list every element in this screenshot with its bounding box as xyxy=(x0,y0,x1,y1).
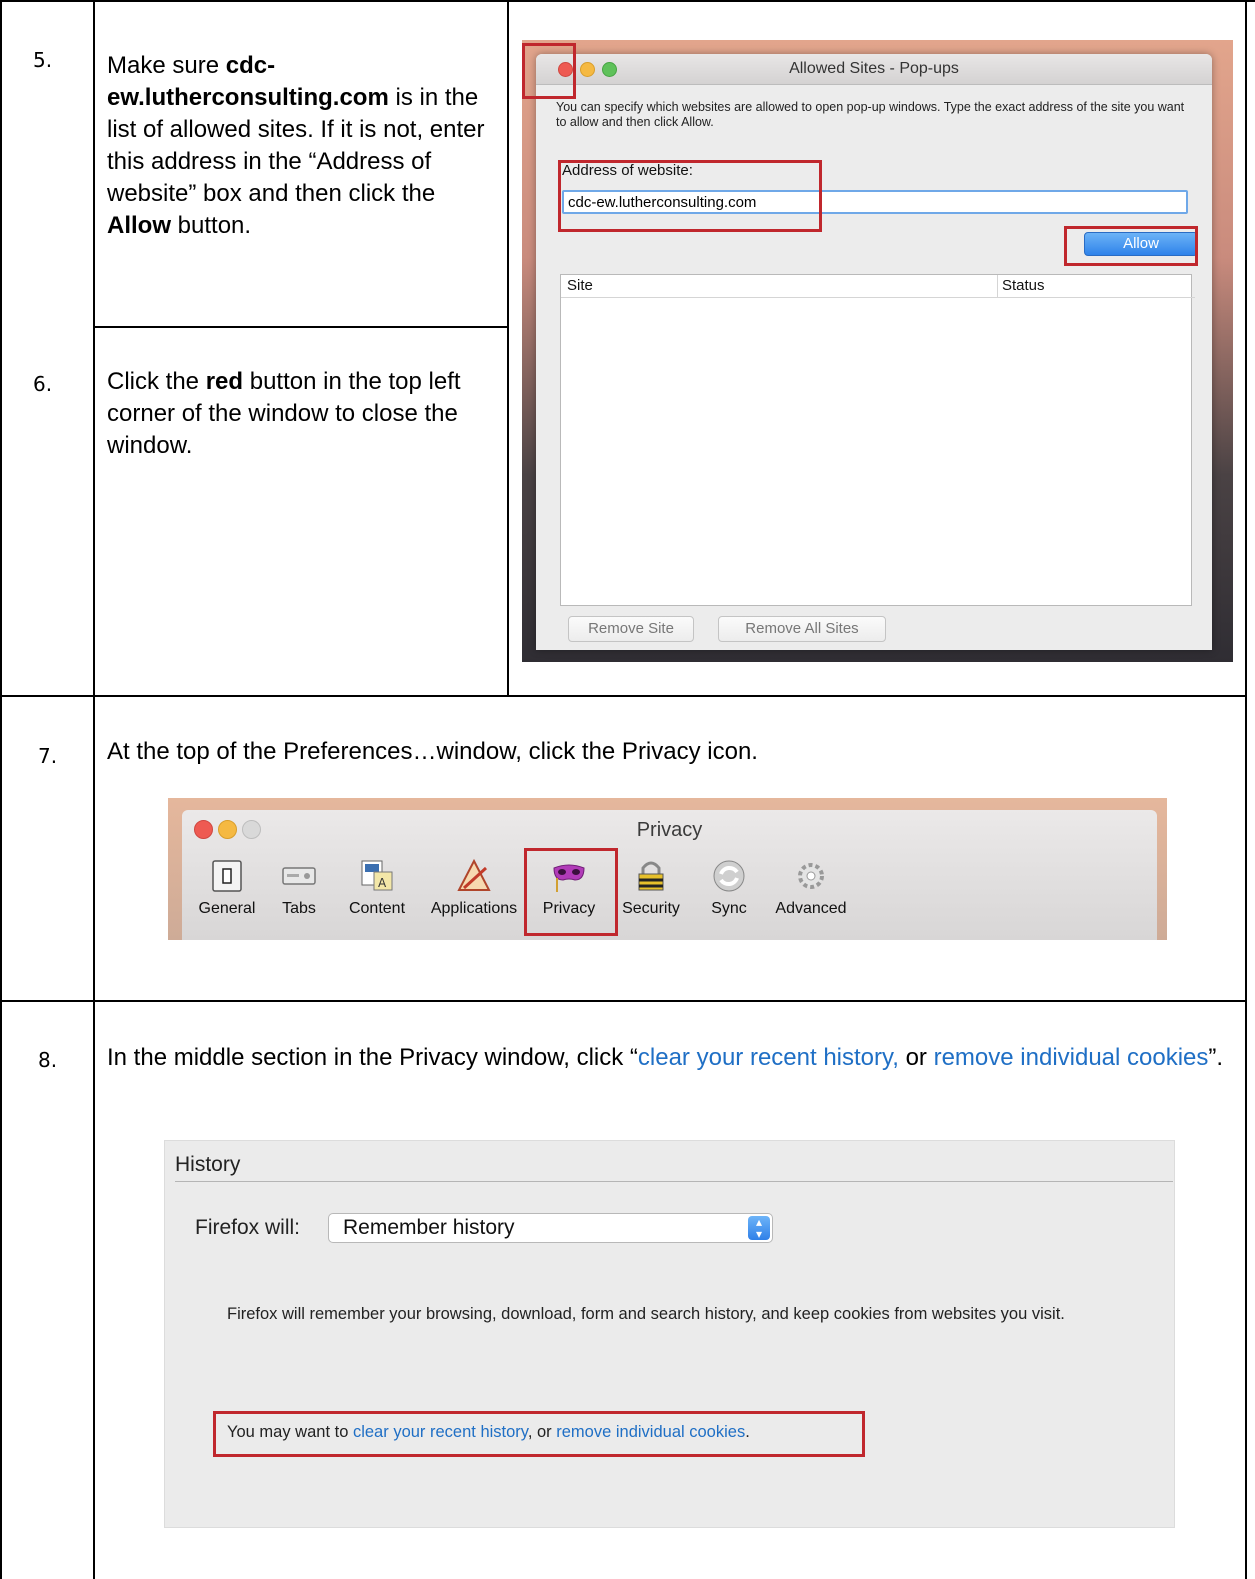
number-column-divider xyxy=(93,0,95,1579)
toolbar-label: Sync xyxy=(711,900,747,917)
toolbar-tabs[interactable]: Tabs xyxy=(272,858,326,928)
privacy-icon-highlight xyxy=(524,848,618,936)
history-mode-value: Remember history xyxy=(343,1216,515,1239)
toolbar-sync[interactable]: Sync xyxy=(704,858,754,928)
step-5-text-part: Make sure xyxy=(107,52,226,79)
table-border-left xyxy=(0,0,2,1579)
toolbar-general[interactable]: General xyxy=(192,858,262,928)
address-field-highlight xyxy=(558,160,822,232)
allowed-sites-screenshot: Allowed Sites - Pop-ups You can specify … xyxy=(522,40,1233,662)
toolbar-label: Applications xyxy=(430,900,518,917)
close-button-highlight xyxy=(522,43,576,99)
history-panel-screenshot: History Firefox will: Remember history ▴… xyxy=(164,1140,1175,1528)
step-5-allow-word: Allow xyxy=(107,212,171,239)
step-5-text: Make sure cdc-ew.lutherconsulting.com is… xyxy=(107,50,497,242)
toolbar-label: Advanced xyxy=(775,900,847,917)
step-6-text: Click the red button in the top left cor… xyxy=(107,366,497,462)
row-divider-6-7 xyxy=(0,695,1247,697)
toolbar-content[interactable]: A Content xyxy=(342,858,412,928)
step-7-text: At the top of the Preferences…window, cl… xyxy=(107,738,758,765)
step-8-text-part: or xyxy=(898,1044,934,1071)
applications-icon xyxy=(457,858,491,891)
content-icon: A xyxy=(361,860,393,891)
remove-all-sites-button[interactable]: Remove All Sites xyxy=(718,616,886,642)
allowed-sites-titlebar: Allowed Sites - Pop-ups xyxy=(536,54,1212,85)
padlock-icon xyxy=(638,861,664,891)
step-8-remove-cookies-link-text: remove individual cookies xyxy=(933,1044,1209,1071)
step-5-text-part: button. xyxy=(171,212,252,239)
step-8-clear-history-link-text: clear your recent history, xyxy=(637,1044,899,1071)
step-6-number: 6. xyxy=(33,372,53,396)
toolbar-label: Content xyxy=(348,900,406,917)
remove-site-button[interactable]: Remove Site xyxy=(568,616,694,642)
toolbar-applications[interactable]: Applications xyxy=(426,858,522,928)
row-divider-7-8 xyxy=(0,1000,1247,1002)
toolbar-advanced[interactable]: Advanced xyxy=(768,858,854,928)
history-heading: History xyxy=(175,1153,241,1176)
step-6-red-word: red xyxy=(205,368,244,395)
table-border-right xyxy=(1245,0,1247,1579)
sync-icon xyxy=(713,860,745,892)
step-6-text-part: Click the xyxy=(107,368,206,395)
step-8-text-part: In the middle section in the Privacy win… xyxy=(107,1044,638,1071)
step-7-number: 7. xyxy=(38,744,58,768)
history-links-highlight xyxy=(213,1411,865,1457)
privacy-window-title: Privacy xyxy=(636,819,703,841)
toolbar-label: General xyxy=(198,900,256,917)
table-border-top xyxy=(0,0,1255,2)
gear-icon xyxy=(798,863,824,889)
privacy-preferences-window: Privacy General Tabs A Content Applicati… xyxy=(182,810,1157,940)
history-mode-select[interactable]: Remember history ▴ ▾ xyxy=(328,1213,773,1243)
sites-table: Site Status xyxy=(560,274,1195,606)
step-8-text-part: ”. xyxy=(1208,1044,1224,1071)
allowed-sites-description: You can specify which websites are allow… xyxy=(556,100,1185,129)
switch-icon xyxy=(212,860,242,892)
step-5-number: 5. xyxy=(33,48,53,72)
toolbar-security[interactable]: Security xyxy=(614,858,688,928)
site-column-header[interactable]: Site xyxy=(561,275,998,298)
status-column-header[interactable]: Status xyxy=(998,275,1195,298)
image-column-divider xyxy=(507,0,509,697)
row-divider-5-6 xyxy=(93,326,509,328)
firefox-will-label: Firefox will: xyxy=(195,1216,301,1239)
privacy-toolbar-screenshot: Privacy General Tabs A Content Applicati… xyxy=(168,798,1167,940)
toolbar-label: Security xyxy=(622,900,680,917)
history-description: Firefox will remember your browsing, dow… xyxy=(227,1305,1065,1323)
history-divider xyxy=(175,1181,1173,1182)
toolbar-label: Tabs xyxy=(282,900,316,917)
step-8-text: In the middle section in the Privacy win… xyxy=(107,1042,1232,1074)
allowed-sites-title: Allowed Sites - Pop-ups xyxy=(789,60,959,77)
tabs-icon xyxy=(282,867,316,885)
allowed-sites-window: Allowed Sites - Pop-ups You can specify … xyxy=(536,54,1212,650)
svg-text:A: A xyxy=(378,876,387,890)
step-8-number: 8. xyxy=(38,1048,58,1072)
chevron-updown-icon: ▴ ▾ xyxy=(748,1216,770,1240)
allow-button-highlight xyxy=(1064,226,1198,266)
